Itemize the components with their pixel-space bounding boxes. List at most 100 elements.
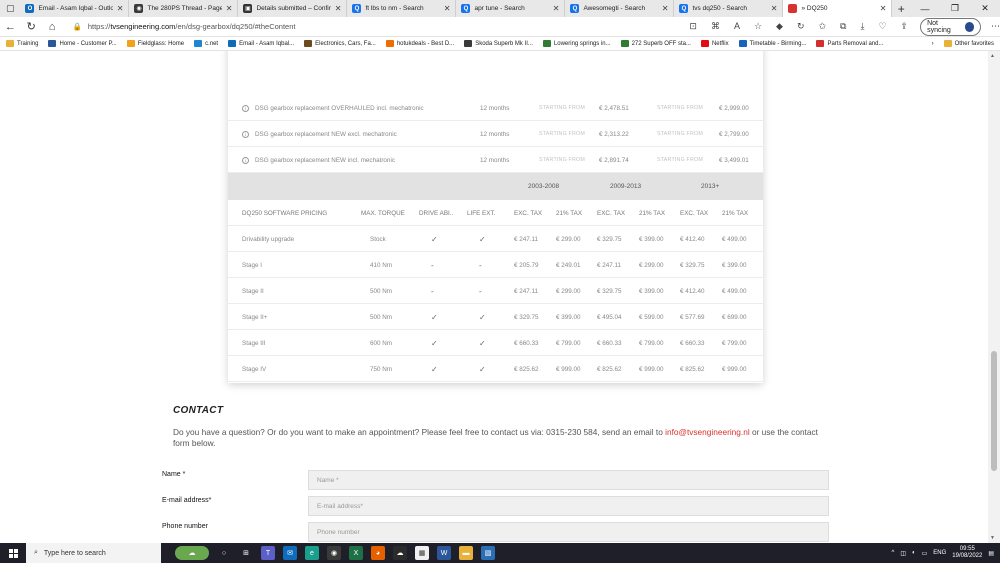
- year-range-header: [228, 173, 763, 200]
- restore-icon[interactable]: ❐: [940, 0, 970, 17]
- battery-icon[interactable]: ▭: [922, 550, 928, 557]
- tray-chevron-icon[interactable]: ^: [891, 550, 894, 556]
- excel-icon[interactable]: X: [349, 546, 363, 560]
- calendar-icon[interactable]: ▦: [415, 546, 429, 560]
- chrome-icon[interactable]: ◉: [327, 546, 341, 560]
- bookmark-item[interactable]: Fieldglass: Home: [126, 40, 184, 47]
- bookmark-item[interactable]: Parts Removal and...: [816, 40, 883, 47]
- update-icon[interactable]: ↻: [797, 21, 805, 32]
- scroll-down-icon[interactable]: ▼: [990, 535, 995, 541]
- price-cell: € 299.00: [639, 261, 664, 269]
- task-view-icon[interactable]: ⊞: [239, 546, 253, 560]
- browser-tab[interactable]: Qft lbs to nm - Search ✕: [347, 0, 457, 17]
- browser-tab[interactable]: Qtvs dq250 - Search ✕: [674, 0, 784, 17]
- close-tab-icon[interactable]: ✕: [335, 4, 342, 13]
- favorite-star-icon[interactable]: ☆: [754, 21, 762, 32]
- word-icon[interactable]: W: [437, 546, 451, 560]
- notifications-icon[interactable]: ▤: [988, 550, 994, 557]
- close-icon[interactable]: ✕: [970, 0, 1000, 17]
- close-tab-icon[interactable]: ✕: [117, 4, 124, 13]
- scrollbar-thumb[interactable]: [991, 351, 997, 471]
- page-scrollbar[interactable]: ▲ ▼: [988, 51, 1000, 543]
- extension-icon[interactable]: ◆: [776, 21, 783, 32]
- bookmark-item[interactable]: c.net: [194, 40, 218, 47]
- share-icon[interactable]: ⇪: [901, 21, 909, 32]
- favorites-icon[interactable]: ✩: [819, 21, 827, 32]
- photos-icon[interactable]: ▧: [481, 546, 495, 560]
- tab-actions-icon[interactable]: ▢: [0, 0, 20, 17]
- home-icon[interactable]: ⌂: [42, 21, 63, 33]
- cortana-icon[interactable]: ○: [217, 546, 231, 560]
- onedrive-icon[interactable]: ☁: [393, 546, 407, 560]
- bookmark-item[interactable]: Home - Customer P...: [48, 40, 117, 47]
- bookmark-item[interactable]: Timetable - Birming...: [738, 40, 806, 47]
- bookmark-item[interactable]: Electronics, Cars, Fa...: [304, 40, 376, 47]
- reader-icon[interactable]: ⊡: [689, 21, 697, 32]
- bookmark-item[interactable]: Training: [6, 40, 38, 47]
- firefox-icon[interactable]: ◕: [371, 546, 385, 560]
- browser-tab[interactable]: O Email - Asam Iqbal - Outlo ✕: [20, 0, 130, 17]
- minimize-icon[interactable]: —: [910, 0, 940, 17]
- gearbox-option-label: DSG gearbox replacement OVERHAULED incl.…: [255, 104, 424, 112]
- volume-icon[interactable]: ◐: [912, 550, 916, 556]
- refresh-icon[interactable]: ↻: [21, 20, 42, 33]
- network-icon[interactable]: ◫: [900, 550, 906, 557]
- close-tab-icon[interactable]: ✕: [771, 4, 778, 13]
- table-row: Stage II+ 500 Nm ✓ ✓ € 329.75 € 399.00 € 495.0…: [228, 304, 763, 330]
- news-widget-icon[interactable]: ☁: [175, 546, 209, 560]
- mail-icon[interactable]: ✉: [283, 546, 297, 560]
- browser-tab[interactable]: ▣ Details submitted – Confir ✕: [238, 0, 348, 17]
- sync-button[interactable]: Not syncing: [920, 17, 982, 36]
- bookmark-item[interactable]: hotukdeals - Best D...: [385, 40, 454, 47]
- tab-favicon-icon: ◉: [134, 4, 144, 13]
- close-tab-icon[interactable]: ✕: [880, 4, 887, 13]
- max-torque: Stock: [370, 235, 386, 243]
- collections-icon[interactable]: ⧉: [840, 21, 846, 32]
- edge-icon[interactable]: e: [305, 546, 319, 560]
- file-explorer-icon[interactable]: ▬: [459, 546, 473, 560]
- read-aloud-icon[interactable]: A: [734, 21, 740, 32]
- bookmark-item[interactable]: Lowering springs in...: [542, 40, 611, 47]
- close-tab-icon[interactable]: ✕: [662, 4, 669, 13]
- downloads-icon[interactable]: ⤓: [860, 21, 864, 32]
- close-tab-icon[interactable]: ✕: [226, 4, 233, 13]
- performance-icon[interactable]: ♡: [878, 21, 886, 32]
- contact-email-link[interactable]: info@tvsengineering.nl: [665, 427, 750, 437]
- start-button[interactable]: [0, 548, 26, 558]
- software-stage: Stage II+: [242, 313, 268, 321]
- browser-tab[interactable]: » DQ250 ✕: [783, 0, 893, 17]
- bookmark-item[interactable]: 272 Superb OFF sta...: [620, 40, 691, 47]
- teams-icon[interactable]: T: [261, 546, 275, 560]
- info-icon[interactable]: i: [242, 130, 249, 138]
- price-cell: € 999.00: [722, 365, 747, 373]
- scroll-up-icon[interactable]: ▲: [990, 53, 995, 59]
- starting-from-label: STARTING FROM: [539, 105, 585, 111]
- info-icon[interactable]: i: [242, 104, 249, 112]
- close-tab-icon[interactable]: ✕: [444, 4, 451, 13]
- name-input[interactable]: Name *: [308, 470, 829, 490]
- bookmark-item[interactable]: Skoda Superb Mk II...: [464, 40, 533, 47]
- check-icon: ✓: [479, 338, 486, 348]
- info-icon[interactable]: i: [242, 156, 249, 164]
- check-icon: ✓: [479, 234, 486, 244]
- other-favorites[interactable]: Other favorites: [943, 40, 994, 47]
- chevron-right-icon[interactable]: ›: [932, 41, 934, 47]
- email-input[interactable]: E-mail address*: [308, 496, 829, 516]
- language-indicator[interactable]: ENG: [933, 550, 946, 556]
- bookmark-label: Parts Removal and...: [827, 40, 884, 47]
- close-tab-icon[interactable]: ✕: [553, 4, 560, 13]
- browser-tab[interactable]: Qapr tune - Search ✕: [456, 0, 566, 17]
- url-field[interactable]: 🔒 https://tvsengineering.com/en/dsg-gear…: [72, 22, 621, 31]
- bookmark-item[interactable]: Email - Asam Iqbal...: [228, 40, 294, 47]
- browser-tab[interactable]: ◉ The 280PS Thread - Page ✕: [129, 0, 239, 17]
- phone-input[interactable]: Phone number: [308, 522, 829, 542]
- taskbar-search[interactable]: ⌕ Type here to search: [26, 543, 161, 563]
- new-tab-button[interactable]: +: [892, 0, 910, 17]
- clock[interactable]: 09:55 19/08/2022: [952, 546, 982, 560]
- bookmark-item[interactable]: Netflix: [700, 40, 729, 47]
- tab-title: ft lbs to nm - Search: [365, 5, 424, 12]
- apps-icon[interactable]: ⌘: [711, 21, 720, 32]
- back-icon[interactable]: ←: [0, 21, 21, 33]
- more-menu-icon[interactable]: ⋯: [991, 21, 1000, 32]
- browser-tab[interactable]: Q Awesomegti - Search ✕: [565, 0, 675, 17]
